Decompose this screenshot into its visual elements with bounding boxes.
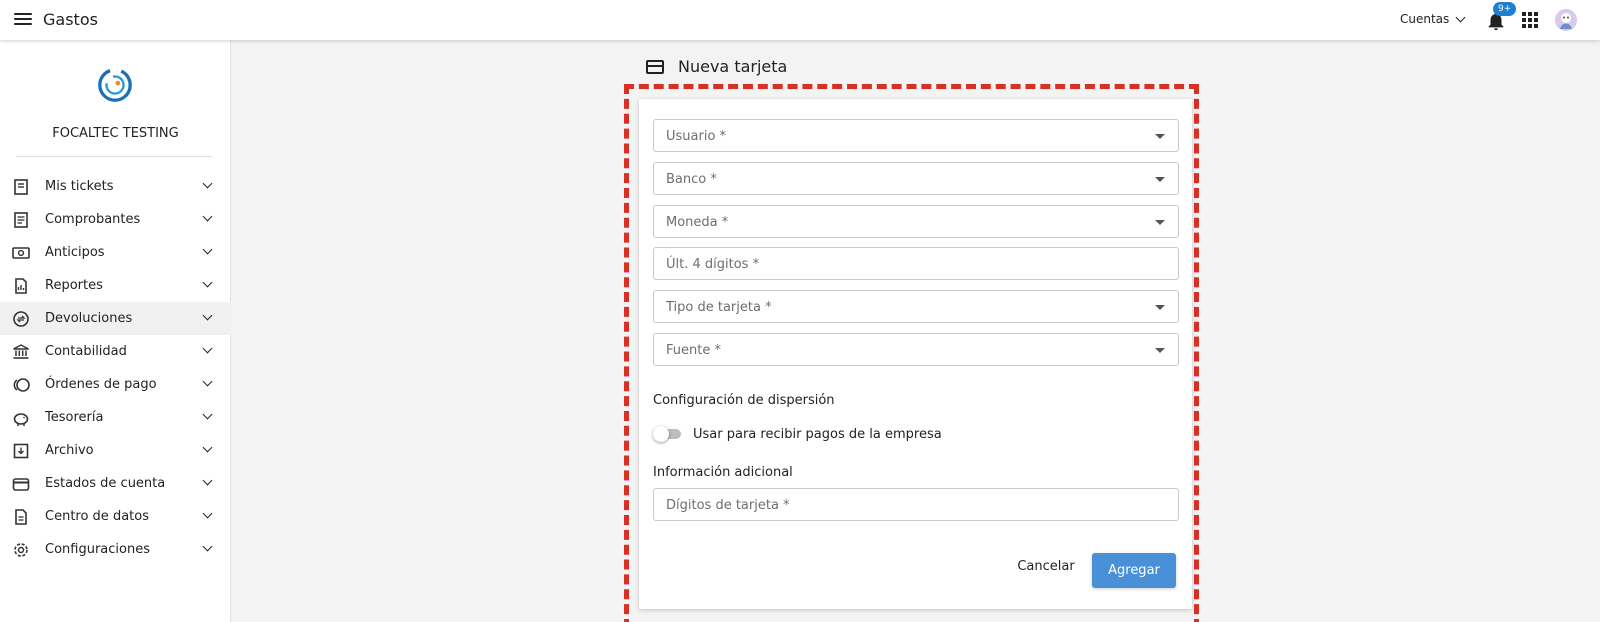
chevron-down-icon (202, 178, 213, 189)
chevron-down-icon (202, 376, 213, 387)
chevron-down-icon (202, 475, 213, 486)
sidebar-item-anticipos[interactable]: Anticipos (0, 236, 231, 269)
sidebar: FOCALTEC TESTING Mis tickets Comprobante… (0, 40, 231, 622)
company-payments-toggle[interactable] (653, 426, 683, 442)
notification-badge: 9+ (1493, 2, 1517, 16)
chevron-down-icon (202, 442, 213, 453)
chevron-down-icon (202, 508, 213, 519)
sidebar-item-configuraciones[interactable]: Configuraciones (0, 533, 231, 566)
sidebar-item-ordenes-de-pago[interactable]: Órdenes de pago (0, 368, 231, 401)
sidebar-item-centro-de-datos[interactable]: Centro de datos (0, 500, 231, 533)
fuente-select[interactable]: Fuente * (653, 333, 1179, 366)
sidebar-item-comprobantes[interactable]: Comprobantes (0, 203, 231, 236)
wallet-icon (12, 478, 30, 491)
chevron-down-icon (202, 541, 213, 552)
sidebar-item-label: Centro de datos (45, 509, 149, 524)
coins-icon (13, 378, 30, 392)
document-icon (14, 212, 28, 228)
cash-icon (12, 247, 30, 259)
menu-icon[interactable] (12, 10, 34, 30)
avatar[interactable] (1555, 9, 1577, 31)
sidebar-item-tesoreria[interactable]: Tesorería (0, 401, 231, 434)
chevron-down-icon (202, 343, 213, 354)
add-button[interactable]: Agregar (1092, 553, 1176, 588)
moneda-placeholder: Moneda * (666, 215, 729, 230)
sidebar-item-contabilidad[interactable]: Contabilidad (0, 335, 231, 368)
page-header: Nueva tarjeta (646, 57, 787, 76)
usuario-select[interactable]: Usuario * (653, 119, 1179, 152)
accounts-dropdown[interactable]: Cuentas (1400, 12, 1466, 26)
chevron-down-icon (202, 310, 213, 321)
sidebar-item-label: Órdenes de pago (45, 377, 157, 392)
caret-down-icon (1155, 134, 1165, 139)
caret-down-icon (1155, 220, 1165, 225)
data-icon (15, 509, 27, 525)
top-bar: Gastos Cuentas 9+ (0, 0, 1600, 40)
usuario-placeholder: Usuario * (666, 129, 727, 144)
caret-down-icon (1155, 177, 1165, 182)
sidebar-item-archivo[interactable]: Archivo (0, 434, 231, 467)
chevron-down-icon (202, 211, 213, 222)
sidebar-item-label: Configuraciones (45, 542, 150, 557)
sidebar-item-reportes[interactable]: Reportes (0, 269, 231, 302)
apps-grid-icon[interactable] (1522, 12, 1538, 28)
sidebar-item-label: Contabilidad (45, 344, 127, 359)
sidebar-item-label: Mis tickets (45, 179, 114, 194)
page-title: Nueva tarjeta (678, 57, 788, 76)
company-logo (98, 68, 132, 102)
chevron-down-icon (202, 409, 213, 420)
card-type-placeholder: Tipo de tarjeta * (666, 300, 772, 315)
sidebar-item-devoluciones[interactable]: Devoluciones (0, 302, 231, 335)
sidebar-item-label: Estados de cuenta (45, 476, 166, 491)
archive-icon (13, 443, 29, 459)
sidebar-item-label: Comprobantes (45, 212, 141, 227)
receipt-icon (14, 179, 28, 195)
refund-icon (13, 311, 29, 327)
fuente-placeholder: Fuente * (666, 343, 721, 358)
caret-down-icon (1155, 305, 1165, 310)
chevron-down-icon (202, 244, 213, 255)
credit-card-icon (646, 60, 664, 74)
divider (16, 156, 212, 157)
last-four-digits-input[interactable]: Últ. 4 dígitos * (653, 247, 1179, 280)
moneda-select[interactable]: Moneda * (653, 205, 1179, 238)
company-payments-toggle-label: Usar para recibir pagos de la empresa (693, 427, 942, 442)
sidebar-item-label: Anticipos (45, 245, 105, 260)
bank-icon (13, 344, 29, 359)
banco-select[interactable]: Banco * (653, 162, 1179, 195)
dispersion-section-title: Configuración de dispersión (653, 393, 835, 408)
app-title: Gastos (43, 10, 98, 29)
report-icon (15, 278, 27, 294)
gear-icon (14, 543, 28, 557)
last-four-digits-placeholder: Últ. 4 dígitos * (666, 257, 760, 272)
sidebar-item-label: Archivo (45, 443, 94, 458)
accounts-label: Cuentas (1400, 12, 1450, 26)
caret-down-icon (1155, 348, 1165, 353)
sidebar-item-mis-tickets[interactable]: Mis tickets (0, 170, 231, 203)
additional-info-title: Información adicional (653, 465, 793, 480)
sidebar-item-label: Devoluciones (45, 311, 133, 326)
card-digits-input[interactable]: Dígitos de tarjeta * (653, 488, 1179, 521)
company-name: FOCALTEC TESTING (52, 126, 179, 141)
sidebar-nav: Mis tickets Comprobantes Anticipos Repor… (0, 170, 231, 566)
card-digits-placeholder: Dígitos de tarjeta * (666, 498, 790, 513)
card-type-select[interactable]: Tipo de tarjeta * (653, 290, 1179, 323)
sidebar-item-estados-de-cuenta[interactable]: Estados de cuenta (0, 467, 231, 500)
sidebar-item-label: Tesorería (45, 410, 104, 425)
chevron-down-icon (1455, 12, 1466, 22)
piggy-bank-icon (13, 413, 29, 426)
sidebar-item-label: Reportes (45, 278, 103, 293)
cancel-button[interactable]: Cancelar (1016, 554, 1076, 578)
new-card-form: Usuario * Banco * Moneda * Últ. 4 dígito… (639, 99, 1192, 609)
chevron-down-icon (202, 277, 213, 288)
banco-placeholder: Banco * (666, 172, 717, 187)
